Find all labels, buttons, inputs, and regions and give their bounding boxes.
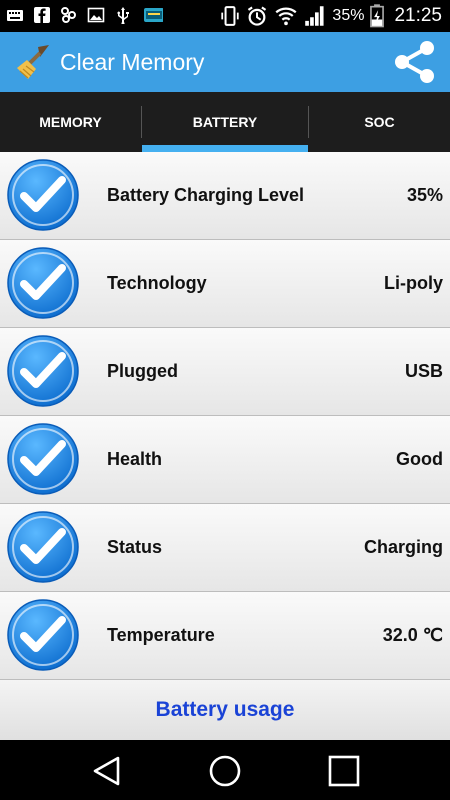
- app-title: Clear Memory: [60, 49, 205, 75]
- item-label: Temperature: [107, 625, 215, 645]
- tab-soc[interactable]: SOC: [309, 92, 450, 152]
- item-value: 35%: [406, 185, 443, 205]
- wifi-icon: [275, 7, 297, 26]
- image-icon: [87, 7, 105, 23]
- notification-icons: [6, 6, 163, 24]
- checkmark-icon: [7, 599, 79, 671]
- item-label: Status: [107, 537, 163, 557]
- tab-bar: MEMORY BATTERY SOC: [0, 92, 450, 152]
- share-app-icon: [61, 7, 76, 23]
- item-label: Battery Charging Level: [107, 185, 305, 205]
- broom-icon: [17, 45, 49, 79]
- list-item-temperature: Temperature 32.0 ℃: [0, 592, 450, 680]
- item-value: Li-poly: [384, 273, 443, 293]
- item-label: Health: [107, 449, 163, 469]
- checkmark-icon: [7, 423, 79, 495]
- item-value: Good: [396, 449, 443, 469]
- alarm-icon: [248, 6, 267, 26]
- battery-info-list: Battery Charging Level 35% Technology Li…: [0, 152, 450, 680]
- clock-time: 21:25: [394, 5, 442, 26]
- battery-icon: [370, 4, 385, 28]
- list-item-health: Health Good: [0, 416, 450, 504]
- signal-icon: [305, 6, 324, 26]
- keyboard-icon: [7, 10, 23, 21]
- item-value: USB: [404, 361, 443, 381]
- app-bar: Clear Memory: [0, 32, 450, 92]
- file-app-icon: [144, 8, 163, 22]
- tab-selected-indicator: [142, 145, 308, 152]
- checkmark-icon: [7, 159, 79, 231]
- back-icon[interactable]: [90, 754, 124, 788]
- item-value: 32.0 ℃: [382, 625, 443, 645]
- tab-memory[interactable]: MEMORY: [0, 92, 141, 152]
- battery-usage-button[interactable]: Battery usage: [0, 680, 450, 740]
- item-value: Charging: [364, 537, 443, 557]
- vibrate-icon: [221, 6, 240, 26]
- list-item-battery-level: Battery Charging Level 35%: [0, 152, 450, 240]
- checkmark-icon: [7, 247, 79, 319]
- item-label: Technology: [107, 273, 207, 293]
- list-item-technology: Technology Li-poly: [0, 240, 450, 328]
- recent-apps-icon[interactable]: [327, 754, 361, 788]
- checkmark-icon: [7, 511, 79, 583]
- battery-percent: 35%: [332, 7, 365, 24]
- status-bar: 35% 21:25: [0, 0, 450, 32]
- navigation-bar: [0, 740, 450, 800]
- checkmark-icon: [7, 335, 79, 407]
- facebook-icon: [34, 7, 50, 23]
- list-item-status: Status Charging: [0, 504, 450, 592]
- tab-battery[interactable]: BATTERY: [142, 92, 308, 152]
- home-icon[interactable]: [208, 754, 242, 788]
- list-item-plugged: Plugged USB: [0, 328, 450, 416]
- share-icon[interactable]: [392, 40, 438, 84]
- item-label: Plugged: [107, 361, 178, 381]
- usb-icon: [117, 7, 129, 24]
